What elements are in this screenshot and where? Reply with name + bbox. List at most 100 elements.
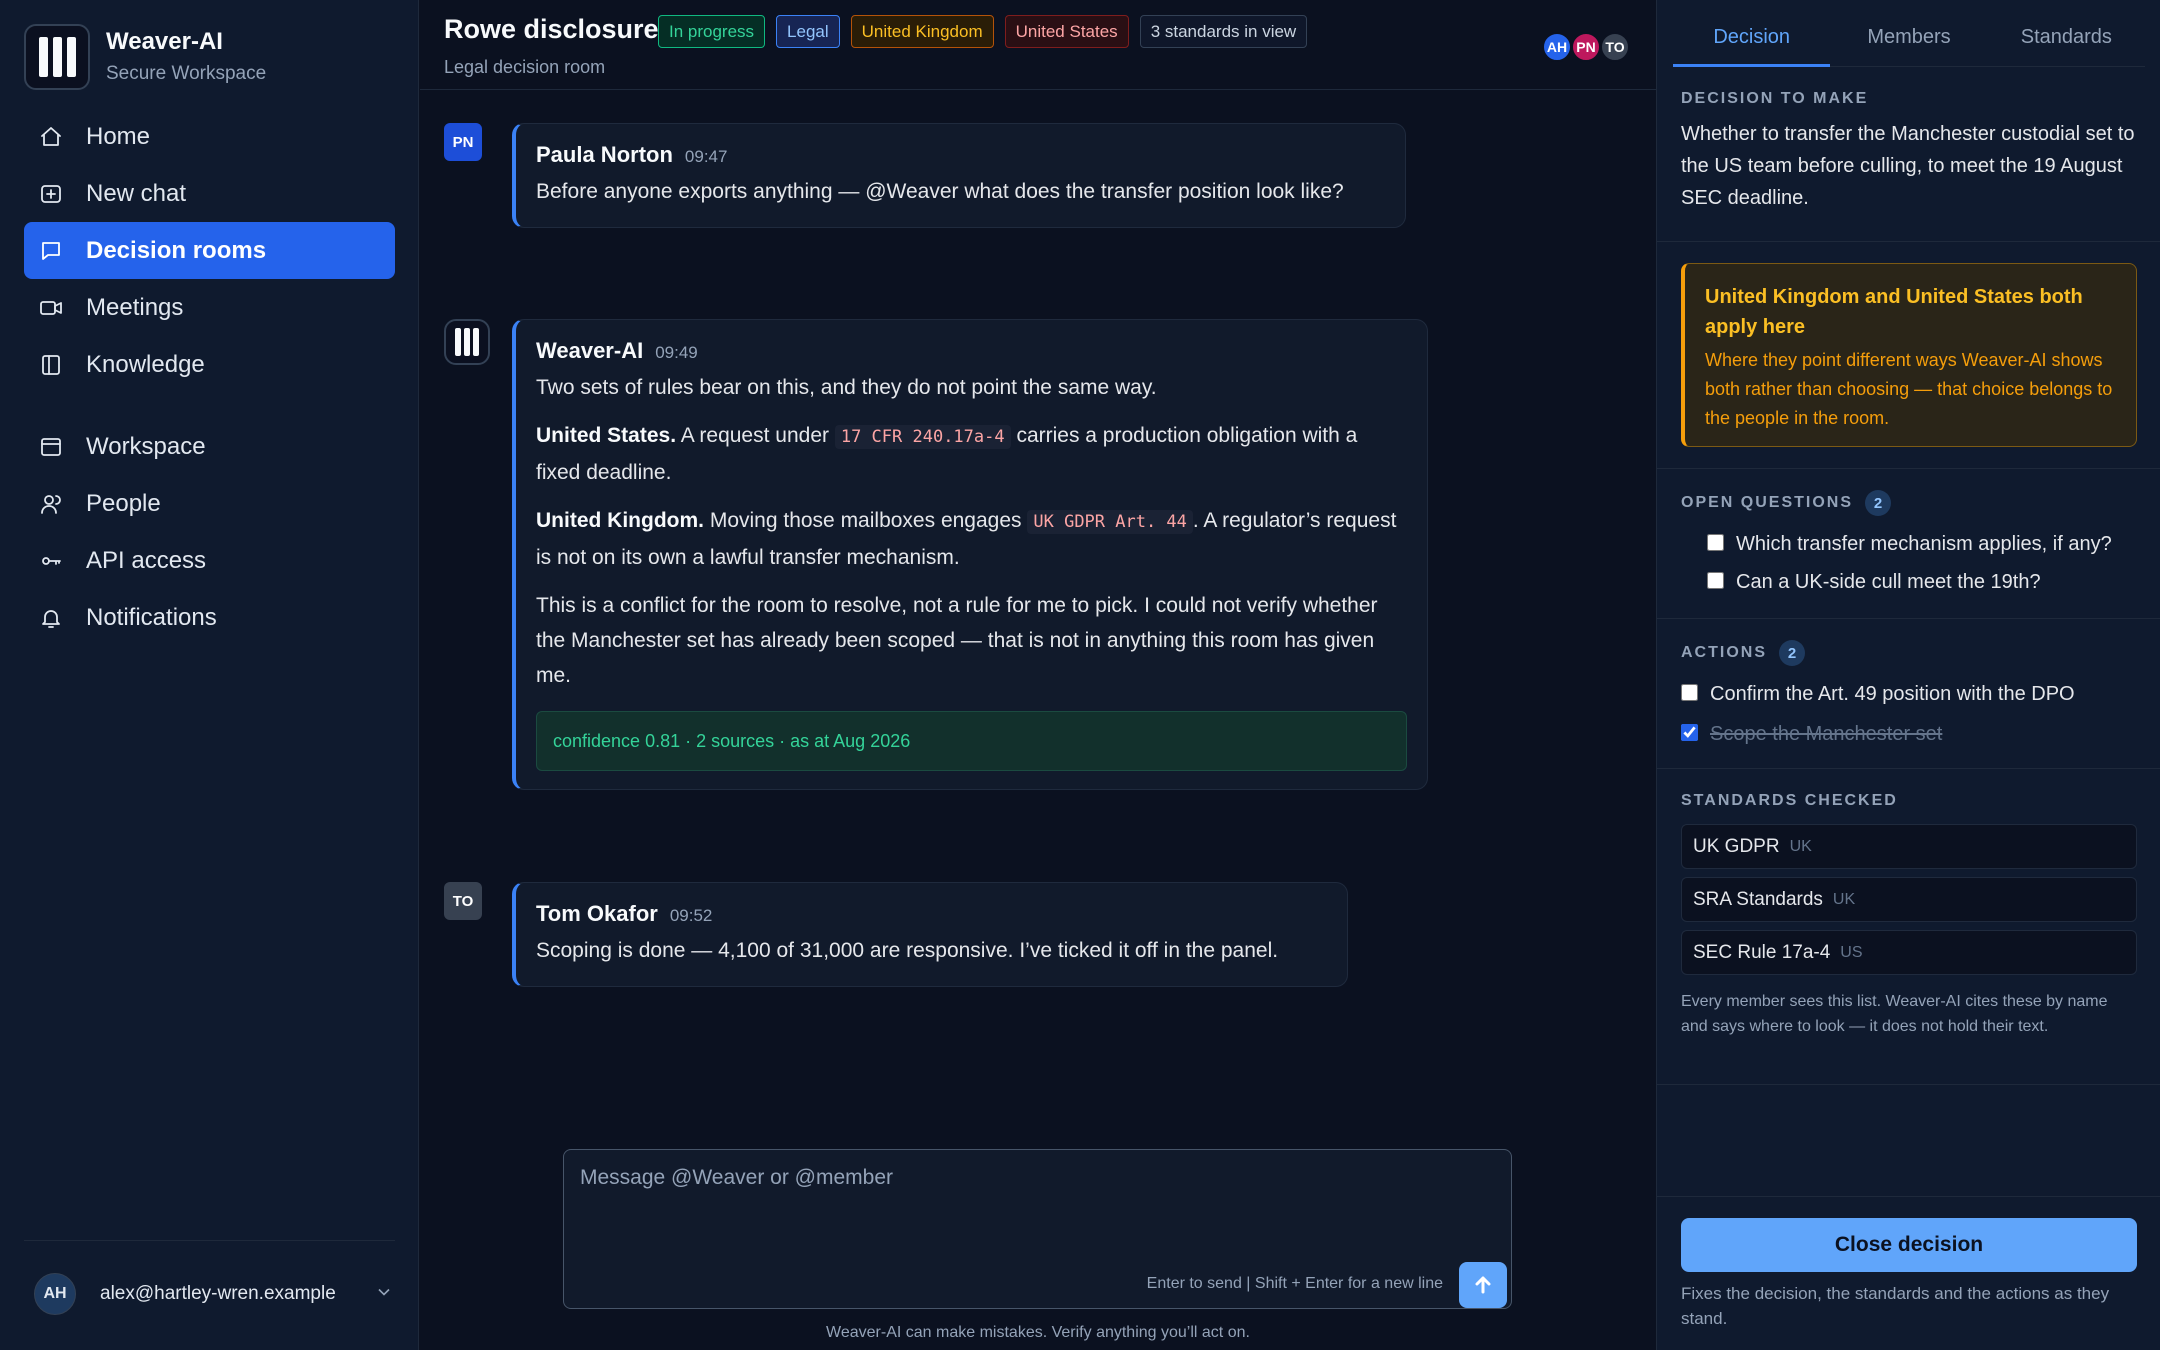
divider — [1657, 768, 2160, 769]
tab-standards[interactable]: Standards — [1988, 0, 2145, 66]
jurisdiction-label: United States. — [536, 424, 677, 447]
status-badge: In progress — [658, 15, 766, 48]
conflict-body: Where they point different ways Weaver-A… — [1705, 350, 2113, 428]
person-icon — [38, 491, 64, 517]
decision-section: Decision to make Whether to transfer the… — [1681, 90, 2137, 214]
message-paragraph-us: United States. A request under 17 CFR 24… — [536, 424, 1358, 484]
nav-label: New chat — [86, 179, 187, 207]
composer-hint: Enter to send | Shift + Enter for a new … — [1146, 1275, 1443, 1292]
nav-item-notifications[interactable]: Notifications — [24, 589, 395, 646]
count-badge: 2 — [1865, 490, 1892, 516]
action-checkbox[interactable] — [1681, 684, 1698, 701]
message-text: Before anyone exports anything — @Weaver… — [536, 180, 1344, 203]
question-item[interactable]: Which transfer mechanism applies, if any… — [1707, 530, 2137, 558]
nav-item-home[interactable]: Home — [24, 108, 395, 165]
jurisdiction-label: United Kingdom. — [536, 509, 704, 532]
message-bubble: Weaver-AI 09:49 Two sets of rules bear o… — [512, 319, 1428, 790]
nav-label: Decision rooms — [86, 236, 267, 264]
divider — [1657, 618, 2160, 619]
question-checkbox[interactable] — [1707, 534, 1724, 551]
nav-primary: Home New chat Decision rooms Meetings Kn… — [24, 108, 395, 393]
message-author: Weaver-AI — [536, 338, 644, 363]
citation-code: 17 CFR 240.17a-4 — [834, 425, 1011, 449]
disclaimer: Weaver-AI can make mistakes. Verify anyt… — [826, 1324, 1250, 1341]
nav-label: People — [86, 489, 161, 517]
decision-text: Whether to transfer the Manchester custo… — [1681, 123, 2135, 209]
nav-item-people[interactable]: People — [24, 475, 395, 532]
chevron-down-icon[interactable] — [374, 1282, 394, 1307]
section-label: Actions — [1681, 644, 1767, 661]
question-checkbox[interactable] — [1707, 572, 1724, 589]
divider — [1657, 241, 2160, 242]
nav-secondary: Workspace People API access Notification… — [24, 418, 395, 646]
tag-united-kingdom: United Kingdom — [850, 15, 994, 48]
app-subtitle: Secure Workspace — [106, 63, 267, 84]
message-paragraph-uk: United Kingdom. Moving those mailboxes e… — [536, 509, 1397, 569]
conflict-callout: United Kingdom and United States both ap… — [1681, 263, 2137, 447]
divider — [1657, 1084, 2160, 1085]
question-item[interactable]: Can a UK-side cull meet the 19th? — [1707, 568, 2137, 596]
message-author: Paula Norton — [536, 142, 673, 167]
question-text: Can a UK-side cull meet the 19th? — [1736, 571, 2041, 593]
video-icon — [38, 295, 64, 321]
key-icon — [38, 548, 64, 574]
tag-list: In progress Legal United Kingdom United … — [658, 15, 1308, 48]
standard-card[interactable]: SEC Rule 17a-4 US — [1681, 930, 2137, 975]
arrow-up-icon — [1475, 1276, 1491, 1294]
nav-item-knowledge[interactable]: Knowledge — [24, 336, 395, 393]
standard-card[interactable]: SRA Standards UK — [1681, 877, 2137, 922]
app-name: Weaver-AI — [106, 28, 223, 55]
weaver-logo-icon — [444, 319, 490, 365]
action-item[interactable]: Confirm the Art. 49 position with the DP… — [1681, 680, 2137, 708]
nav-item-meetings[interactable]: Meetings — [24, 279, 395, 336]
brand: Weaver-AI Secure Workspace — [24, 24, 266, 90]
chat-bubble-icon — [38, 238, 64, 264]
nav-item-decision-rooms[interactable]: Decision rooms — [24, 222, 395, 279]
message-input[interactable] — [564, 1150, 1511, 1260]
member-avatars[interactable]: AH PN TO — [1542, 32, 1630, 62]
book-icon — [38, 352, 64, 378]
action-text: Scope the Manchester set — [1710, 723, 1943, 745]
divider — [1657, 468, 2160, 469]
standard-region: UK — [1789, 837, 1812, 855]
section-label: Decision to make — [1681, 90, 1869, 107]
divider — [1657, 1196, 2160, 1197]
avatar[interactable]: AH — [1542, 32, 1572, 62]
message-time: 09:49 — [655, 343, 698, 362]
page-title: Rowe disclosure — [444, 14, 659, 44]
standard-name: SEC Rule 17a-4 — [1693, 941, 1831, 963]
action-item[interactable]: Scope the Manchester set — [1681, 720, 2137, 748]
close-note: Fixes the decision, the standards and th… — [1681, 1284, 2110, 1328]
section-label: Open questions — [1681, 494, 1854, 511]
message-author: Tom Okafor — [536, 901, 658, 926]
weaver-logo-icon — [24, 24, 90, 90]
standard-region: UK — [1832, 890, 1856, 908]
send-button[interactable] — [1459, 1262, 1507, 1308]
tab-members[interactable]: Members — [1830, 0, 1987, 66]
standard-name: SRA Standards — [1693, 888, 1823, 910]
message-text: Two sets of rules bear on this, and they… — [536, 376, 1157, 399]
close-decision-button[interactable]: Close decision — [1681, 1218, 2137, 1272]
nav-item-workspace[interactable]: Workspace — [24, 418, 395, 475]
standard-card[interactable]: UK GDPR UK — [1681, 824, 2137, 869]
actions-section: Actions 2 Confirm the Art. 49 position w… — [1681, 640, 2137, 748]
standards-note: Every member sees this list. Weaver-AI c… — [1681, 993, 2108, 1035]
avatar[interactable]: TO — [1600, 32, 1630, 62]
decision-panel: Decision Members Standards Decision to m… — [1656, 0, 2160, 1350]
sidebar: Weaver-AI Secure Workspace Home New chat… — [0, 0, 419, 1350]
nav-item-new-chat[interactable]: New chat — [24, 165, 395, 222]
avatar[interactable]: PN — [1571, 32, 1601, 62]
action-checkbox[interactable] — [1681, 724, 1698, 741]
message-time: 09:52 — [669, 906, 713, 925]
message-bubble: Paula Norton 09:47 Before anyone exports… — [512, 123, 1406, 228]
account-menu[interactable]: AH alex@hartley-wren.example — [34, 1272, 394, 1316]
nav-label: Knowledge — [86, 350, 205, 378]
nav-item-api-access[interactable]: API access — [24, 532, 395, 589]
sidebar-divider — [24, 1240, 395, 1241]
page-subtitle: Legal decision room — [444, 57, 606, 77]
tab-decision[interactable]: Decision — [1673, 0, 1831, 67]
avatar: PN — [444, 123, 482, 161]
message-bubble: Tom Okafor 09:52 Scoping is done — 4,100… — [512, 882, 1348, 987]
tag-standards-in-view[interactable]: 3 standards in view — [1139, 15, 1308, 48]
message-time: 09:47 — [684, 147, 728, 166]
